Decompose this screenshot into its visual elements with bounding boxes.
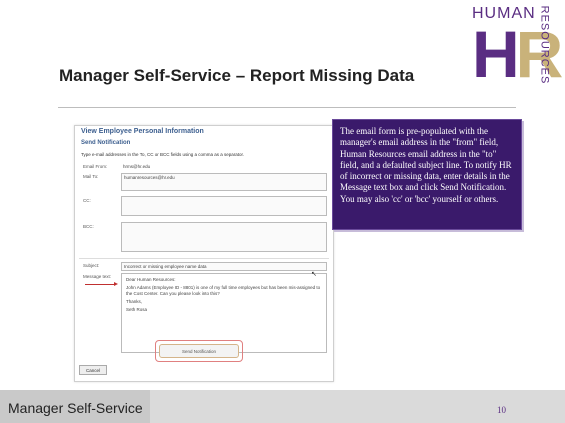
notification-screenshot: View Employee Personal Information Send … bbox=[74, 125, 334, 382]
logo-resources-text: RESOURCES bbox=[538, 5, 551, 85]
subject-label: Subject: bbox=[83, 263, 100, 268]
screen-instructions: Type e-mail addresses in the To, CC or B… bbox=[81, 152, 244, 157]
cc-field[interactable] bbox=[121, 196, 327, 216]
hr-logo: HUMAN HR RESOURCES bbox=[472, 3, 563, 99]
message-label: Message text: bbox=[83, 274, 112, 279]
logo-letter-h: H bbox=[472, 17, 520, 91]
pointer-arrow bbox=[85, 282, 118, 286]
message-line: Dear Human Resources: bbox=[126, 277, 176, 282]
send-notification-button[interactable]: Send Notification bbox=[159, 344, 239, 358]
screen-divider bbox=[79, 258, 329, 259]
message-line: Thanks, bbox=[126, 299, 143, 304]
logo-resources: RESOURCES bbox=[535, 3, 557, 99]
subject-field[interactable]: Incorrect or missing employee name data bbox=[121, 262, 327, 271]
from-value: hrms@hr.edu bbox=[123, 164, 151, 169]
title-divider bbox=[58, 107, 516, 108]
screen-header: View Employee Personal Information bbox=[81, 128, 204, 135]
from-label: Email From: bbox=[83, 164, 108, 169]
cancel-button[interactable]: Cancel bbox=[79, 365, 107, 375]
callout-box: The email form is pre-populated with the… bbox=[332, 119, 522, 230]
bcc-label: BCC: bbox=[83, 224, 94, 229]
cc-label: CC: bbox=[83, 198, 91, 203]
to-field[interactable]: humanresources@hr.edu bbox=[121, 173, 327, 191]
to-label: Mail To: bbox=[83, 174, 99, 179]
footer-title: Manager Self-Service bbox=[8, 400, 143, 416]
slide-title: Manager Self-Service – Report Missing Da… bbox=[59, 66, 415, 85]
cursor-icon: ↖ bbox=[311, 271, 317, 278]
message-line: John Adams (Employee ID - 8801) is one o… bbox=[126, 285, 321, 296]
bcc-field[interactable] bbox=[121, 222, 327, 252]
page-number: 10 bbox=[497, 405, 506, 415]
screen-section-title: Send Notification bbox=[81, 140, 131, 146]
message-line: Seth Rosa bbox=[126, 307, 148, 312]
